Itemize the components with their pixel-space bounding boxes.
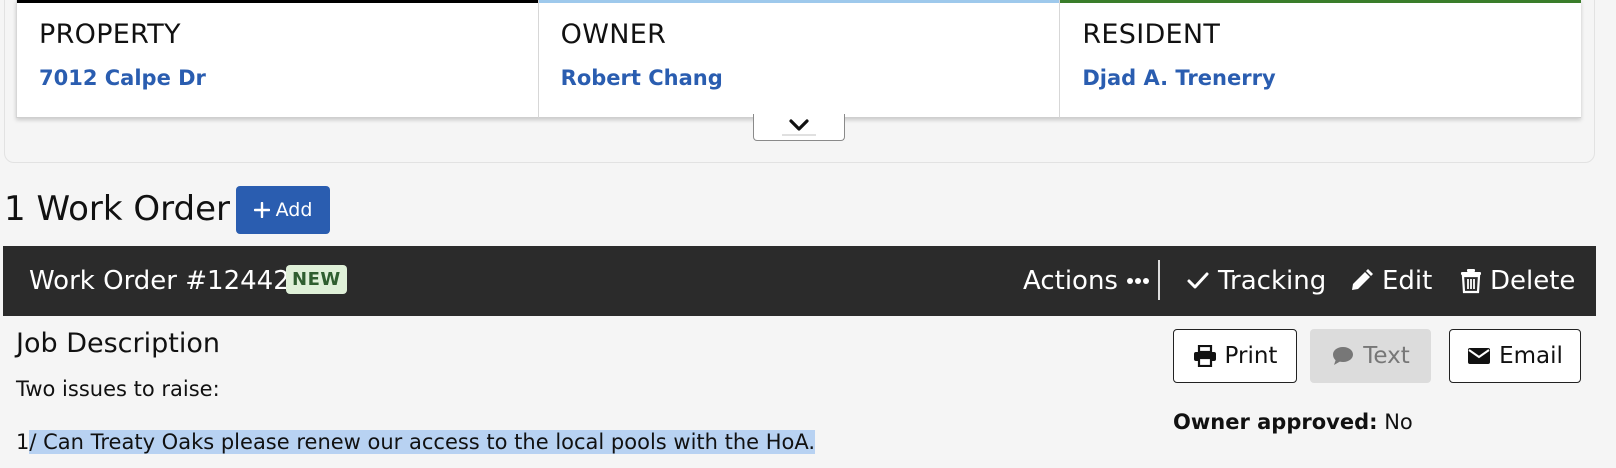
actions-divider	[1158, 260, 1160, 300]
resident-card: RESIDENT Djad A. Trenerry	[1059, 0, 1582, 118]
text-button[interactable]: Text	[1310, 329, 1431, 383]
text-label: Text	[1363, 343, 1410, 369]
work-order-title: Work Order #12442-1	[29, 266, 316, 296]
owner-card: OWNER Robert Chang	[537, 0, 1060, 118]
job-description-title: Job Description	[16, 328, 220, 359]
actions-label: Actions	[1023, 266, 1118, 296]
status-badge: NEW	[286, 265, 347, 294]
delete-label: Delete	[1490, 266, 1576, 296]
job-line-2-selected-text: / Can Treaty Oaks please renew our acces…	[29, 430, 816, 454]
more-dots-icon	[1126, 278, 1149, 284]
owner-link[interactable]: Robert Chang	[561, 66, 723, 90]
actions-menu-button[interactable]: Actions	[1023, 266, 1150, 296]
owner-approved-value: No	[1384, 410, 1413, 434]
expand-summary-button[interactable]	[753, 114, 845, 141]
resident-accent-bar	[1060, 0, 1582, 3]
add-label: Add	[275, 199, 313, 221]
check-icon	[1187, 272, 1209, 289]
job-line-2-prefix: 1	[16, 430, 30, 454]
email-label: Email	[1499, 343, 1563, 369]
resident-link[interactable]: Djad A. Trenerry	[1082, 66, 1275, 90]
tracking-button[interactable]: Tracking	[1186, 266, 1326, 296]
property-link[interactable]: 7012 Calpe Dr	[39, 66, 206, 90]
edit-label: Edit	[1382, 266, 1433, 296]
pencil-icon	[1352, 269, 1373, 290]
speech-bubble-icon	[1333, 347, 1354, 365]
chevron-down-icon	[789, 119, 809, 131]
property-label: PROPERTY	[39, 19, 181, 50]
envelope-icon	[1468, 348, 1491, 364]
print-label: Print	[1224, 343, 1278, 369]
property-card: PROPERTY 7012 Calpe Dr	[16, 0, 538, 118]
edit-button[interactable]: Edit	[1348, 266, 1432, 296]
resident-label: RESIDENT	[1082, 19, 1221, 50]
plus-icon	[253, 202, 270, 218]
email-button[interactable]: Email	[1449, 329, 1581, 383]
add-work-order-button[interactable]: Add	[236, 186, 330, 234]
printer-icon	[1193, 345, 1216, 367]
work-orders-heading: 1 Work Order	[4, 189, 230, 229]
job-description-line-1: Two issues to raise:	[16, 377, 220, 401]
owner-label: OWNER	[560, 19, 667, 50]
owner-approved-status: Owner approved: No	[1173, 410, 1413, 434]
summary-cards: PROPERTY 7012 Calpe Dr OWNER Robert Chan…	[16, 0, 1582, 118]
delete-button[interactable]: Delete	[1460, 266, 1575, 296]
print-button[interactable]: Print	[1173, 329, 1297, 383]
owner-accent-bar	[538, 0, 1060, 3]
owner-approved-label: Owner approved:	[1173, 410, 1378, 434]
trash-icon	[1461, 269, 1481, 294]
property-accent-bar	[17, 0, 538, 3]
work-order-header: Work Order #12442-1 NEW Actions Tracking…	[3, 246, 1596, 316]
job-description-line-2: 1/ Can Treaty Oaks please renew our acce…	[16, 430, 816, 454]
tracking-label: Tracking	[1218, 266, 1327, 296]
